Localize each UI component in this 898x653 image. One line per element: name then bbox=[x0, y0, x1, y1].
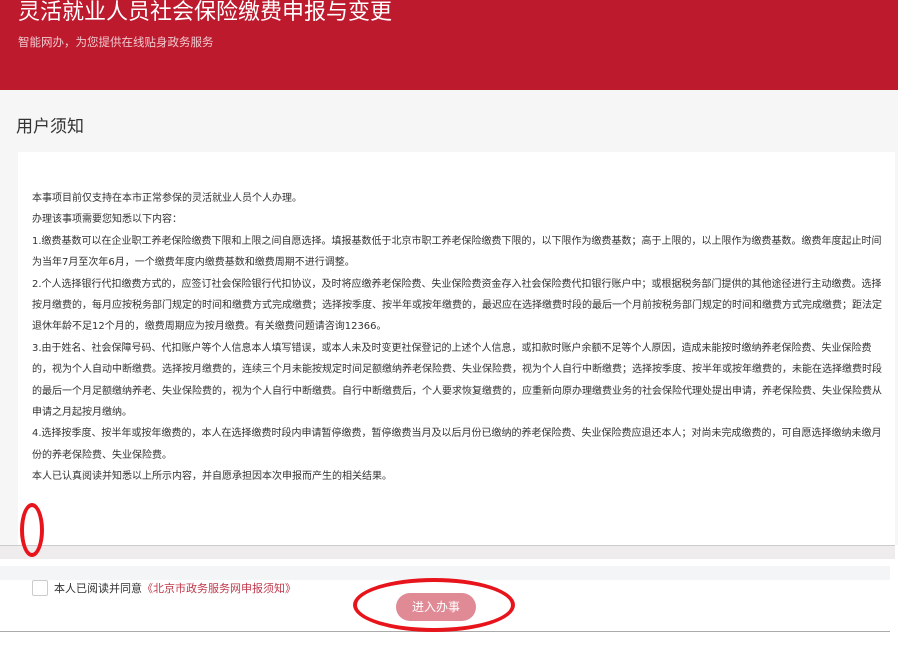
notice-text: 本事项目前仅支持在本市正常参保的灵活就业人员个人办理。 办理该事项需要您知悉以下… bbox=[32, 188, 882, 488]
notice-card: 本事项目前仅支持在本市正常参保的灵活就业人员个人办理。 办理该事项需要您知悉以下… bbox=[18, 152, 895, 596]
divider bbox=[0, 545, 895, 559]
agree-label: 本人已阅读并同意 bbox=[54, 582, 142, 595]
notice-paragraph: 办理该事项需要您知悉以下内容： bbox=[32, 214, 182, 226]
notice-paragraph: 本人已认真阅读并知悉以上所示内容，并自愿承担因本次申报而产生的相关结果。 bbox=[32, 471, 392, 483]
agree-checkbox[interactable] bbox=[32, 580, 48, 596]
notice-paragraph: 1.缴费基数可以在企业职工养老保险缴费下限和上限之间自愿选择。填报基数低于北京市… bbox=[32, 235, 882, 269]
agreement-link[interactable]: 《北京市政务服务网申报须知》 bbox=[142, 580, 296, 596]
annotation-circle-checkbox bbox=[20, 503, 44, 557]
service-subtitle: 智能网办，为您提供在线贴身政务服务 bbox=[18, 35, 214, 49]
service-title: 灵活就业人员社会保险缴费申报与变更 bbox=[18, 0, 393, 25]
notice-paragraph: 2.个人选择银行代扣缴费方式的，应签订社会保险银行代扣协议，及时将应缴养老保险费… bbox=[32, 278, 882, 333]
notice-section: 用户须知 本事项目前仅支持在本市正常参保的灵活就业人员个人办理。 办理该事项需要… bbox=[0, 90, 898, 596]
agreement-row: 本人已阅读并同意 《北京市政务服务网申报须知》 bbox=[32, 580, 296, 596]
page-header: 灵活就业人员社会保险缴费申报与变更 智能网办，为您提供在线贴身政务服务 bbox=[0, 0, 898, 90]
notice-paragraph: 4.选择按季度、按半年或按年缴费的，本人在选择缴费时段内申请暂停缴费，暂停缴费当… bbox=[32, 428, 882, 461]
notice-paragraph: 本事项目前仅支持在本市正常参保的灵活就业人员个人办理。 bbox=[32, 193, 302, 204]
annotation-circle-button bbox=[353, 578, 515, 632]
notice-paragraph: 3.由于姓名、社会保障号码、代扣账户等个人信息本人填写错误，或本人未及时变更社保… bbox=[32, 342, 882, 419]
notice-title: 用户须知 bbox=[16, 117, 84, 137]
